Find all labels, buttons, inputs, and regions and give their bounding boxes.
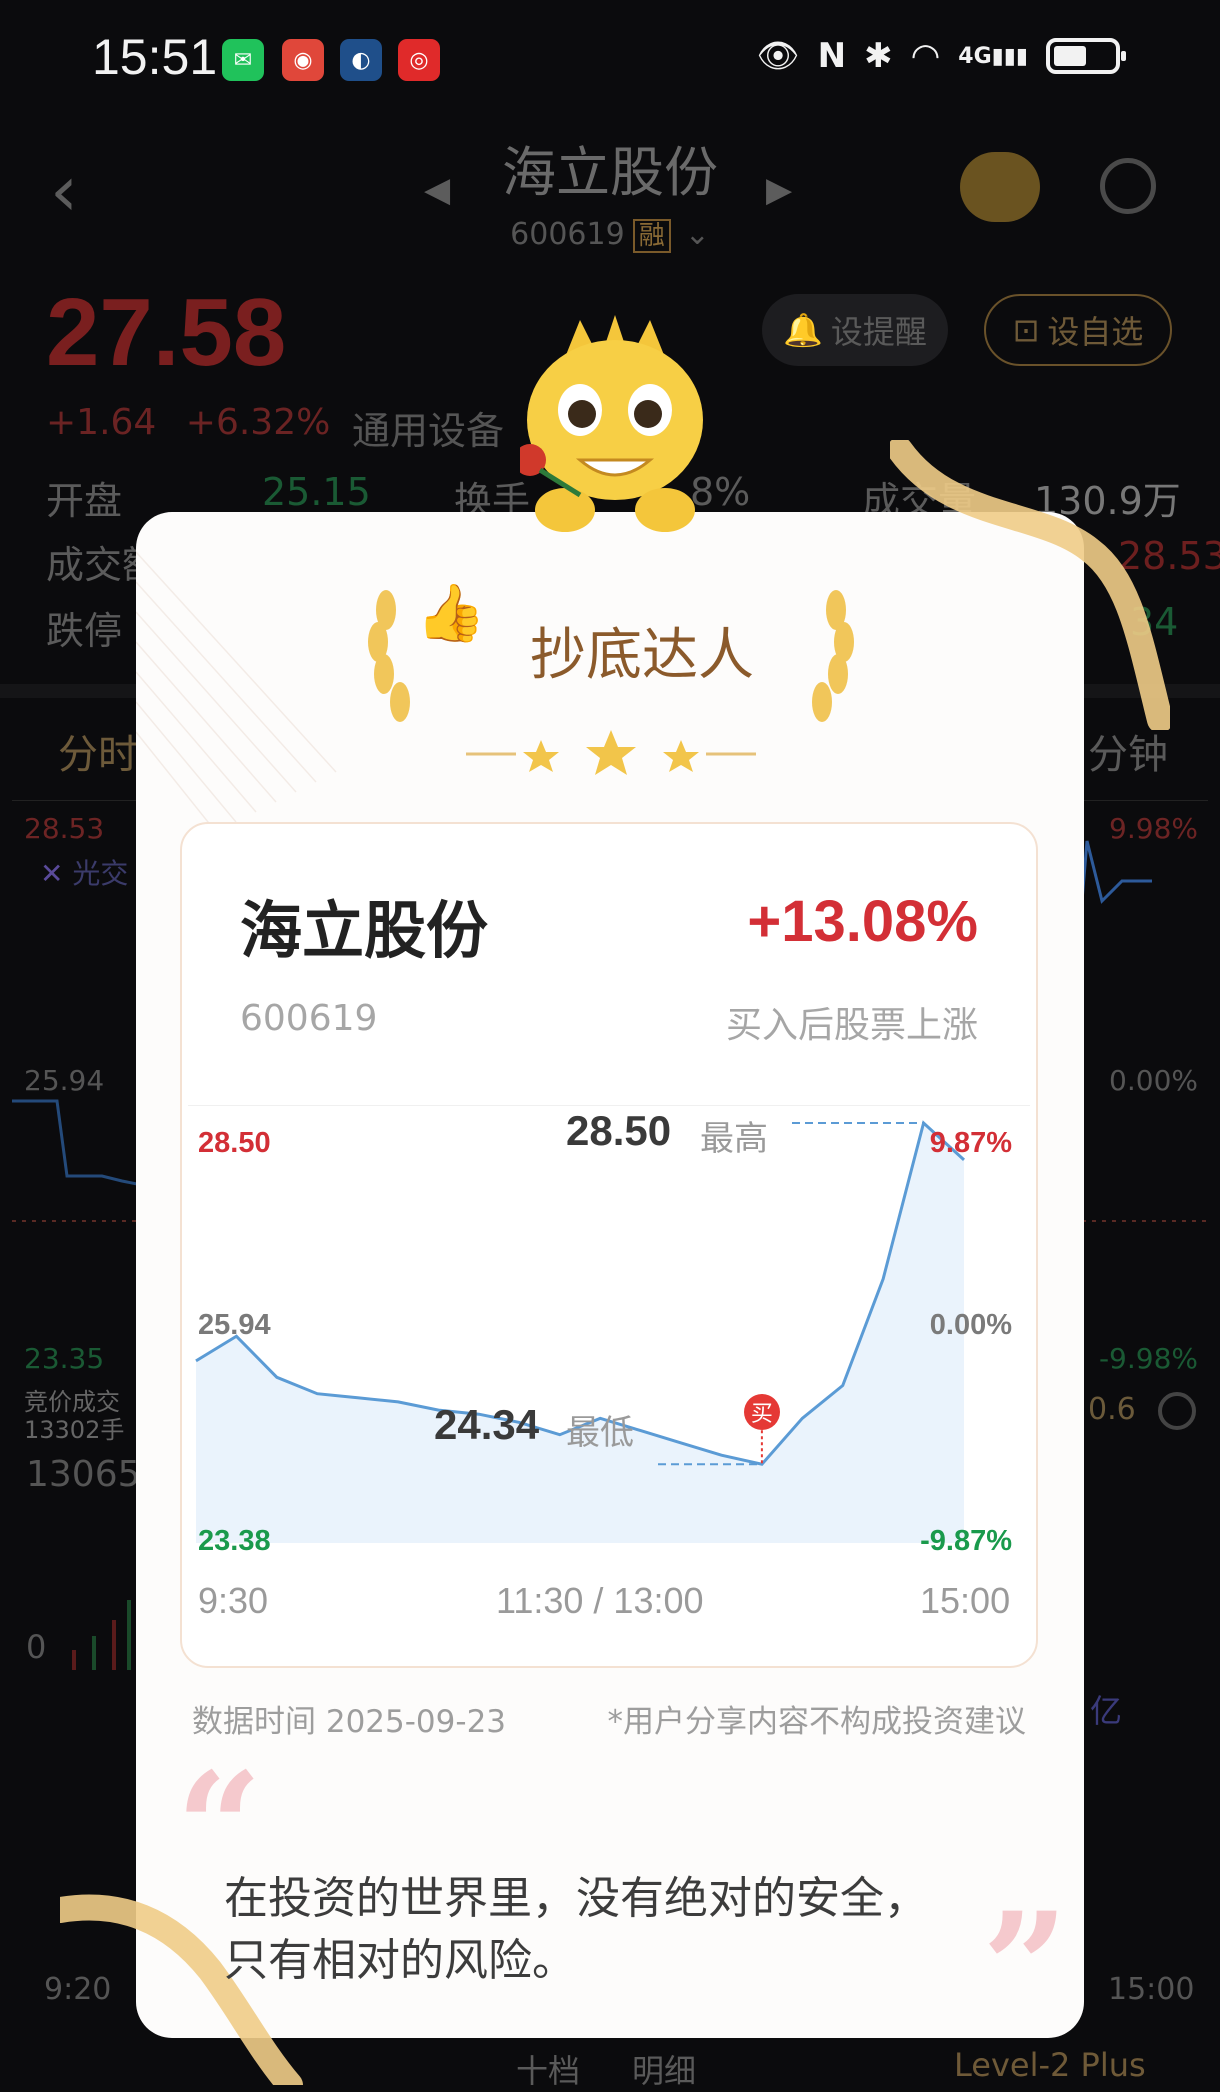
bg-auction-value: 13302手 <box>24 1416 125 1444</box>
low-value: 24.34 <box>434 1401 540 1448</box>
bg-chart-mid: 25.94 <box>24 1064 105 1097</box>
tab-order-book[interactable]: 十档 <box>516 2046 580 2092</box>
award-title: 抄底达人 <box>530 623 754 688</box>
bell-icon: 🔔 <box>783 311 823 349</box>
pct-label-mid: 0.00% <box>929 1309 1012 1341</box>
network-type: 4G <box>958 43 992 69</box>
time-mid: 11:30 / 13:00 <box>496 1580 704 1621</box>
limit-down-label: 跌停 <box>46 609 123 653</box>
bg-chart-pct-high: 9.98% <box>1109 812 1198 845</box>
status-bar: 15:51 ✉ ◉ ◐ ◎ 👁 N ✱ ◠ 4G▮▮▮ <box>0 0 1220 115</box>
change-pct: +6.32% <box>185 402 331 443</box>
buy-marker: 买 <box>743 1394 780 1431</box>
set-alert-label: 设提醒 <box>830 313 927 351</box>
eye-icon: 👁 <box>756 36 800 76</box>
mascot-illustration <box>514 315 703 532</box>
watchlist-icon: ⊡ <box>1012 311 1040 349</box>
add-watchlist-label: 设自选 <box>1047 313 1144 351</box>
status-icons: 👁 N ✱ ◠ 4G▮▮▮ <box>756 36 1126 76</box>
bg-right-value: 0.6 <box>1088 1392 1136 1427</box>
quote-line-1: 在投资的世界里，没有绝对的安全， <box>224 1873 928 1924</box>
intraday-chart-svg <box>188 1104 1030 1543</box>
app-icon: ◉ <box>282 39 324 81</box>
bg-legend-label: 光交 <box>72 857 129 890</box>
quote-line-2: 只有相对的风险。 <box>224 1935 576 1986</box>
search-icon[interactable] <box>1100 158 1156 214</box>
chevron-down-icon[interactable]: ⌄ <box>685 217 710 252</box>
bg-chart-pct-mid: 0.00% <box>1109 1064 1198 1097</box>
tab-intraday[interactable]: 分时 <box>58 722 138 780</box>
gain-percent: +13.08% <box>747 889 978 954</box>
quote-text: 在投资的世界里，没有绝对的安全， 只有相对的风险。 <box>224 1868 1014 1992</box>
disclaimer: *用户分享内容不构成投资建议 <box>607 1704 1027 1740</box>
thumbs-up-icon: 👍 <box>416 581 486 646</box>
pct-label-top: 9.87% <box>929 1127 1012 1159</box>
pct-label-bottom: -9.87% <box>920 1525 1012 1557</box>
intraday-chart: 28.50 25.94 23.38 9.87% 0.00% -9.87% 28.… <box>188 1104 1030 1565</box>
ribbon-decoration <box>890 440 1170 730</box>
y-label-bottom: 23.38 <box>198 1525 271 1557</box>
add-watchlist-button[interactable]: ⊡ 设自选 <box>984 294 1172 366</box>
change-value: +1.64 <box>46 402 157 443</box>
app-icon: ◐ <box>340 39 382 81</box>
open-value: 25.15 <box>262 470 371 514</box>
industry-label[interactable]: 通用设备 <box>352 400 504 455</box>
signal-icon: 4G▮▮▮ <box>958 43 1028 69</box>
bg-auction: 竞价成交 13302手 <box>24 1388 124 1444</box>
y-label-top: 28.50 <box>198 1127 271 1159</box>
current-price: 27.58 <box>46 279 287 386</box>
bg-chart-low: 23.35 <box>24 1342 105 1375</box>
set-alert-button[interactable]: 🔔 设提醒 <box>762 294 948 366</box>
data-time: 数据时间 2025-09-23 <box>192 1704 507 1740</box>
gain-note: 买入后股票上涨 <box>725 1005 978 1046</box>
bluetooth-icon: ✱ <box>864 36 893 76</box>
wifi-icon: ◠ <box>910 36 941 76</box>
bg-chart-high: 28.53 <box>24 812 105 845</box>
nfc-icon: N <box>817 36 847 76</box>
tab-details[interactable]: 明细 <box>632 2046 696 2092</box>
margin-tag: 融 <box>632 219 671 253</box>
app-icon: ◎ <box>398 39 440 81</box>
low-label: 最低 <box>566 1413 634 1453</box>
y-label-mid: 25.94 <box>198 1309 271 1341</box>
settings-icon[interactable] <box>1158 1392 1196 1430</box>
mascot-icon[interactable] <box>960 152 1040 222</box>
bg-volume-value: 13065 <box>26 1454 141 1495</box>
tab-minute[interactable]: 分钟 <box>1088 722 1168 780</box>
stock-name: 海立股份 <box>240 894 489 967</box>
price-change: +1.64 +6.32% <box>46 402 330 443</box>
battery-icon <box>1046 38 1126 74</box>
open-label: 开盘 <box>46 479 123 523</box>
bg-chart-pct-low: -9.98% <box>1098 1342 1198 1375</box>
stock-code: 600619 <box>240 998 378 1039</box>
wechat-icon: ✉ <box>222 39 264 81</box>
header-code: 600619 <box>510 217 625 252</box>
status-time: 15:51 <box>92 29 218 85</box>
high-value: 28.50 <box>566 1107 672 1154</box>
bg-right-unit: 亿 <box>1090 1692 1123 1730</box>
stock-code-header: 600619 融 ⌄ <box>0 215 1220 253</box>
time-start: 9:30 <box>198 1580 269 1621</box>
bg-time-end: 15:00 <box>1108 1972 1195 2007</box>
bg-auction-label: 竞价成交 <box>24 1388 120 1416</box>
price-area <box>196 1123 964 1543</box>
high-label: 最高 <box>700 1119 768 1159</box>
bg-volume-bars <box>12 1590 132 1670</box>
mascot-icon <box>514 310 710 540</box>
close-icon: ✕ <box>40 857 64 890</box>
time-end: 15:00 <box>920 1580 1011 1621</box>
bg-chart-legend: ✕ 光交 <box>40 852 128 892</box>
